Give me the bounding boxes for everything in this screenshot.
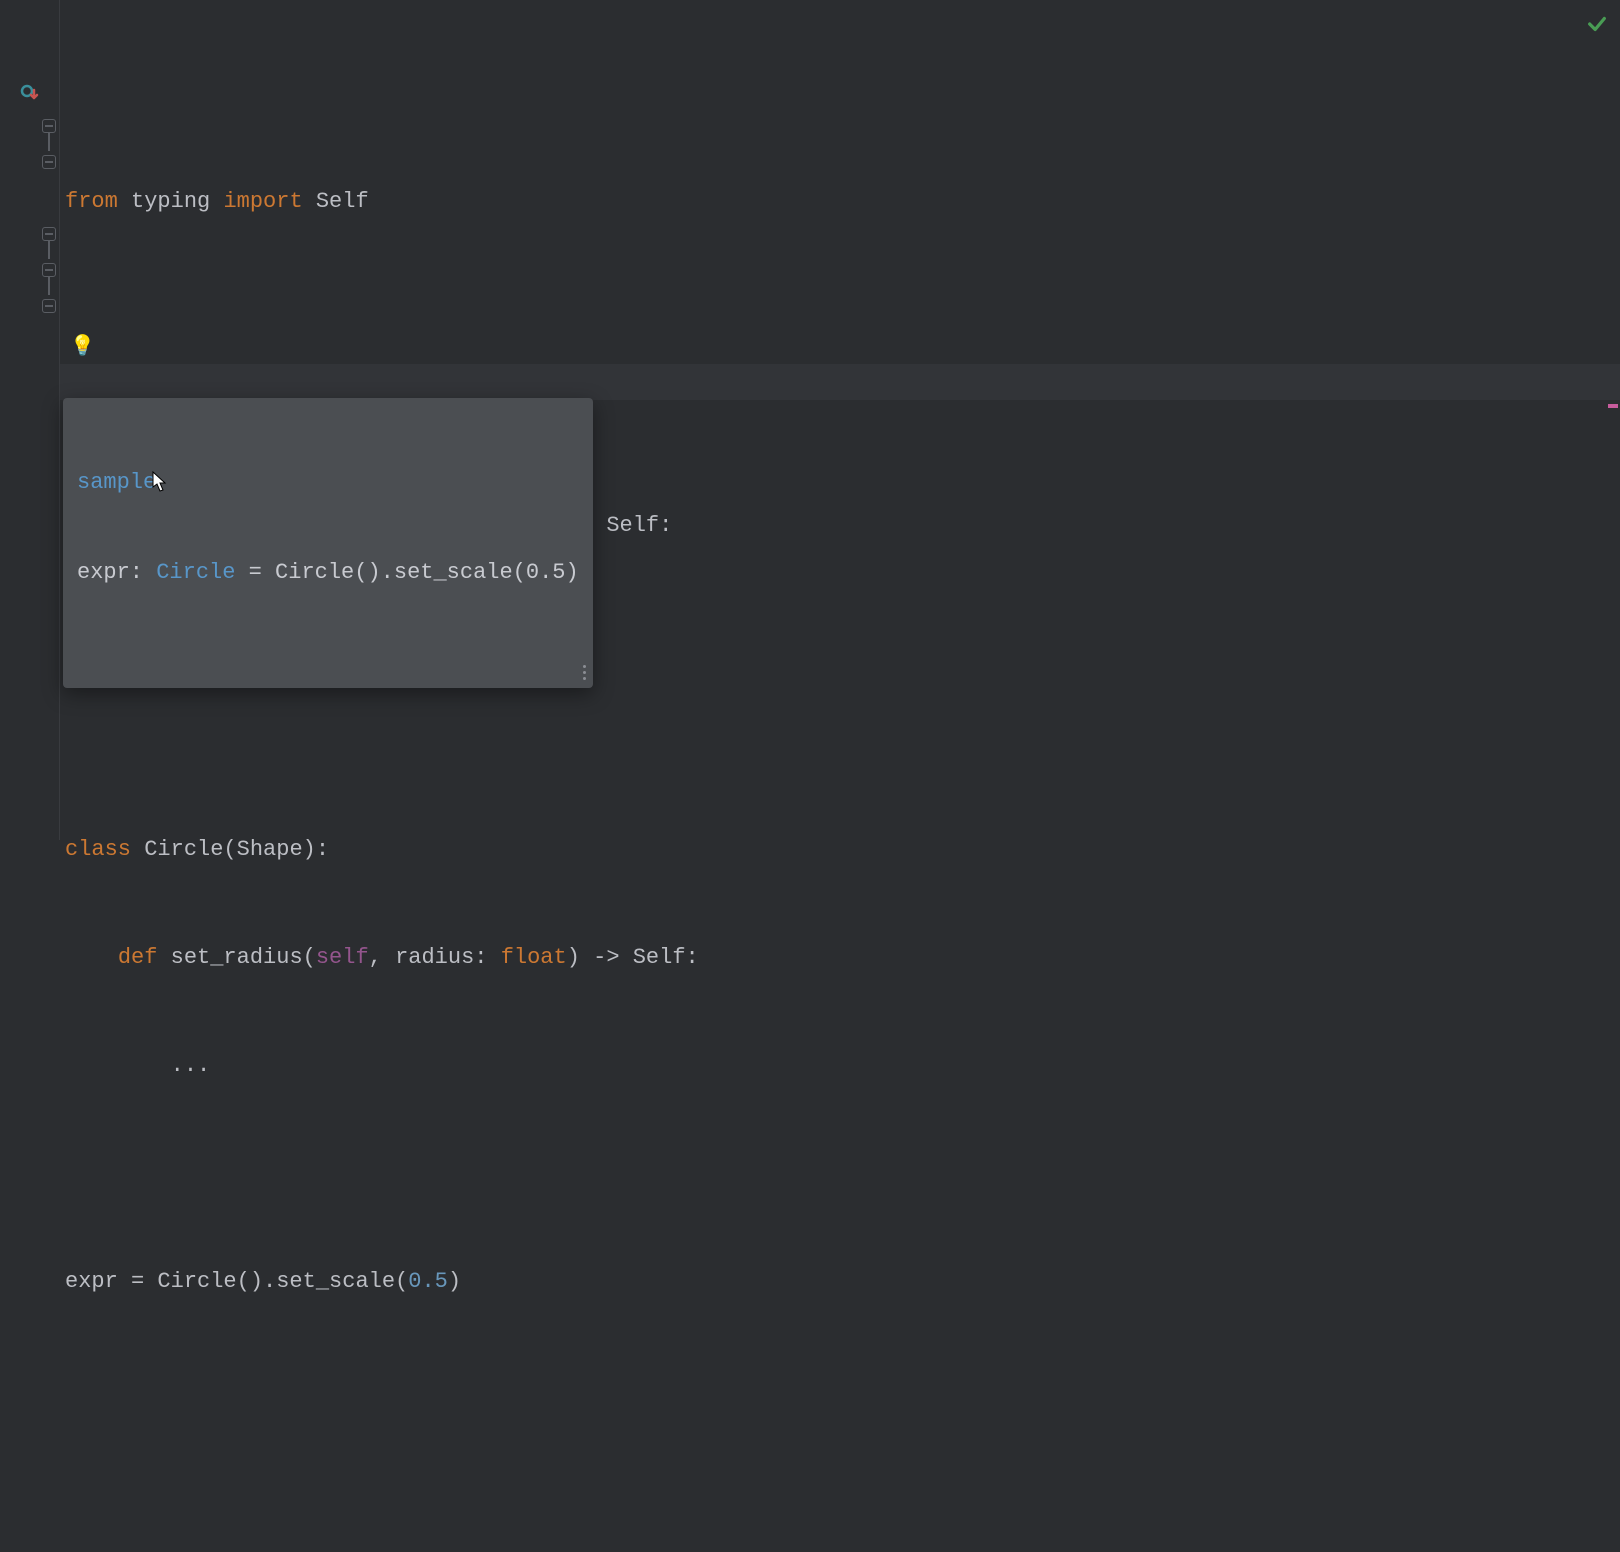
code-line: class Circle(Shape): (65, 832, 1620, 868)
error-stripe[interactable] (1608, 0, 1620, 840)
fold-toggle-icon[interactable] (42, 155, 56, 169)
code-line (65, 1156, 1620, 1192)
fold-toggle-icon[interactable] (42, 299, 56, 313)
intention-bulb-icon[interactable]: 💡 (70, 330, 95, 366)
implement-method-icon (20, 84, 40, 104)
fold-toggle-icon[interactable] (42, 119, 56, 133)
tooltip-title: sample (77, 468, 579, 498)
gutter (0, 0, 60, 840)
tooltip-more-icon[interactable] (583, 665, 587, 680)
fold-toggle-icon[interactable] (42, 263, 56, 277)
fold-guide (48, 133, 50, 151)
code-line: ... (65, 1048, 1620, 1084)
code-line (65, 724, 1620, 760)
override-gutter-icon[interactable] (0, 76, 60, 112)
fold-toggle-icon[interactable] (42, 227, 56, 241)
analysis-ok-icon[interactable] (1586, 12, 1608, 48)
fold-guide (48, 277, 50, 295)
code-content[interactable]: from typing import Self class Shape: def… (60, 0, 1620, 840)
fold-guide (48, 241, 50, 259)
code-line (65, 292, 1620, 328)
code-line: def set_radius(self, radius: float) -> S… (65, 940, 1620, 976)
current-line-highlight (60, 364, 1620, 400)
code-line: from typing import Self (65, 184, 1620, 220)
code-editor[interactable]: from typing import Self class Shape: def… (0, 0, 1620, 840)
tooltip-expression: expr: Circle = Circle().set_scale(0.5) (77, 558, 579, 588)
stripe-marker[interactable] (1608, 404, 1618, 408)
type-info-tooltip[interactable]: sample expr: Circle = Circle().set_scale… (63, 398, 593, 688)
code-line: expr = Circle().set_scale(0.5) (65, 1264, 1620, 1300)
